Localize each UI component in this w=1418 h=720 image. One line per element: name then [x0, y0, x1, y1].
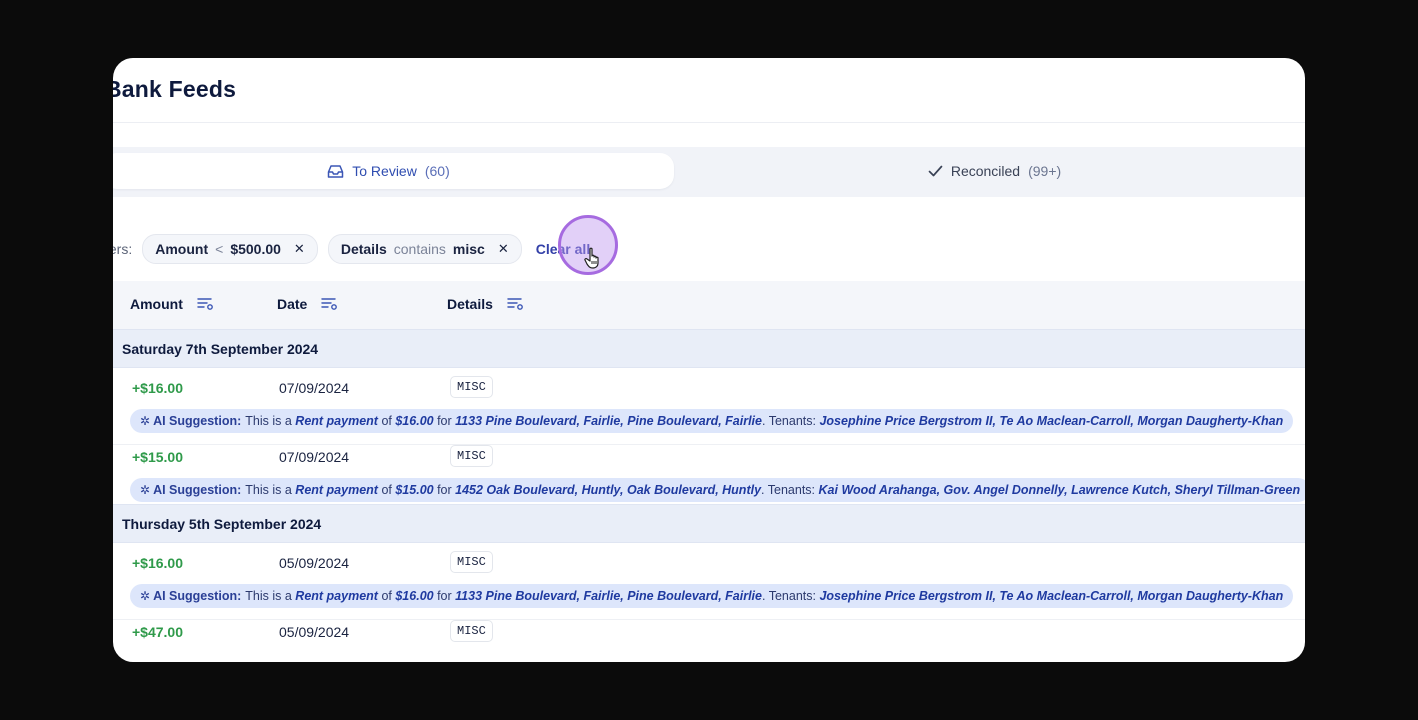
chip-operator: contains	[393, 241, 446, 257]
ai-label: AI Suggestion:	[153, 589, 242, 603]
ai-label: AI Suggestion:	[153, 414, 242, 428]
date-group-header: Saturday 7th September 2024	[113, 329, 1305, 368]
ai-amount: $16.00	[395, 589, 434, 603]
ai-text: . Tenants:	[761, 483, 816, 497]
filters-label: ters:	[113, 241, 133, 257]
ai-suggestion[interactable]: ✲ AI Suggestion: This is a Rent payment …	[130, 409, 1294, 433]
filter-bar: ters: Amount < $500.00 ✕ Details contain…	[113, 234, 594, 264]
amount-cell: +$16.00	[132, 380, 183, 396]
bank-feeds-panel: Bank Feeds To Review (60) Reconciled (99…	[113, 58, 1305, 662]
ai-text: of	[381, 483, 392, 497]
tab-to-review[interactable]: To Review (60)	[113, 153, 674, 189]
ai-suggestion[interactable]: ✲ AI Suggestion: This is a Rent payment …	[130, 584, 1294, 608]
inbox-icon	[328, 164, 344, 178]
remove-filter-icon[interactable]: ✕	[498, 241, 509, 257]
tab-count: (99+)	[1028, 163, 1062, 179]
chip-field: Amount	[155, 241, 209, 257]
tab-label: To Review	[352, 163, 417, 179]
column-amount[interactable]: Amount	[130, 296, 215, 312]
filter-chip-amount[interactable]: Amount < $500.00 ✕	[142, 234, 318, 264]
table-row[interactable]: +$15.00 07/09/2024 MISC ✲ AI Suggestion:…	[113, 436, 1305, 505]
ai-text: for	[437, 414, 452, 428]
ai-tenants: Josephine Price Bergstrom II, Te Ao Macl…	[819, 414, 1284, 428]
date-group-header: Thursday 5th September 2024	[113, 504, 1305, 543]
tab-reconciled[interactable]: Reconciled (99+)	[684, 153, 1305, 189]
ai-type: Rent payment	[295, 589, 378, 603]
date-cell: 07/09/2024	[279, 449, 350, 465]
check-icon	[928, 165, 943, 177]
date-cell: 07/09/2024	[279, 380, 350, 396]
remove-filter-icon[interactable]: ✕	[294, 241, 305, 257]
sparkle-icon: ✲	[140, 589, 151, 603]
ai-text: This is a	[245, 589, 292, 603]
amount-cell: +$47.00	[132, 624, 183, 640]
column-settings-icon[interactable]	[197, 297, 215, 311]
header-divider	[113, 122, 1305, 123]
table-header: Amount Date Details	[113, 281, 1305, 329]
column-settings-icon[interactable]	[507, 297, 525, 311]
column-label: Amount	[130, 296, 183, 312]
ai-type: Rent payment	[295, 483, 378, 497]
ai-amount: $16.00	[395, 414, 434, 428]
amount-cell: +$15.00	[132, 449, 183, 465]
tab-label: Reconciled	[950, 163, 1021, 179]
ai-text: of	[381, 589, 392, 603]
ai-amount: $15.00	[395, 483, 434, 497]
table-row[interactable]: +$16.00 05/09/2024 MISC ✲ AI Suggestion:…	[113, 542, 1305, 611]
amount-cell: +$16.00	[132, 555, 183, 571]
date-cell: 05/09/2024	[279, 624, 350, 640]
date-cell: 05/09/2024	[279, 555, 350, 571]
chip-operator: <	[215, 241, 224, 257]
page-title: Bank Feeds	[113, 76, 237, 102]
column-details[interactable]: Details	[447, 296, 525, 312]
column-label: Date	[277, 296, 308, 312]
table-row[interactable]: +$16.00 07/09/2024 MISC ✲ AI Suggestion:…	[113, 367, 1305, 436]
ai-text: This is a	[245, 414, 292, 428]
details-tag: MISC	[450, 620, 493, 642]
ai-text: . Tenants:	[762, 414, 816, 428]
ai-tenants: Josephine Price Bergstrom II, Te Ao Macl…	[819, 589, 1284, 603]
tab-count: (60)	[424, 163, 450, 179]
ai-address: 1133 Pine Boulevard, Fairlie, Pine Boule…	[455, 589, 762, 603]
chip-value: misc	[452, 241, 485, 257]
details-tag: MISC	[450, 376, 493, 398]
filter-chip-details[interactable]: Details contains misc ✕	[327, 234, 522, 264]
ai-text: This is a	[245, 483, 292, 497]
sparkle-icon: ✲	[140, 483, 151, 497]
column-date[interactable]: Date	[277, 296, 339, 312]
group-label: Thursday 5th September 2024	[122, 516, 322, 532]
chip-field: Details	[340, 241, 387, 257]
chip-value: $500.00	[230, 241, 281, 257]
details-tag: MISC	[450, 445, 493, 467]
column-settings-icon[interactable]	[321, 297, 339, 311]
ai-address: 1133 Pine Boulevard, Fairlie, Pine Boule…	[455, 414, 762, 428]
group-label: Saturday 7th September 2024	[122, 341, 319, 357]
ai-address: 1452 Oak Boulevard, Huntly, Oak Boulevar…	[455, 483, 762, 497]
ai-text: . Tenants:	[762, 589, 816, 603]
ai-text: for	[437, 589, 452, 603]
details-tag: MISC	[450, 551, 493, 573]
column-label: Details	[447, 296, 493, 312]
table-row[interactable]: +$47.00 05/09/2024 MISC	[113, 611, 1305, 662]
ai-text: for	[437, 483, 452, 497]
ai-label: AI Suggestion:	[153, 483, 242, 497]
ai-type: Rent payment	[295, 414, 378, 428]
ai-text: of	[381, 414, 392, 428]
hand-cursor-icon	[584, 247, 599, 269]
ai-suggestion[interactable]: ✲ AI Suggestion: This is a Rent payment …	[130, 478, 1305, 502]
sparkle-icon: ✲	[140, 414, 151, 428]
tab-bar: To Review (60) Reconciled (99+)	[113, 147, 1305, 197]
ai-tenants: Kai Wood Arahanga, Gov. Angel Donnelly, …	[818, 483, 1301, 497]
